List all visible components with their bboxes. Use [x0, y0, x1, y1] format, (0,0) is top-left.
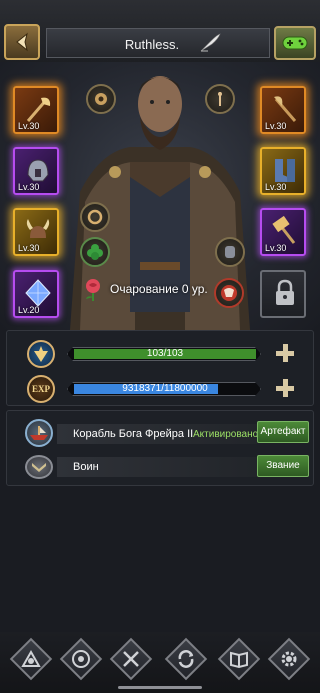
- rose-icon: [86, 279, 100, 301]
- charm-display[interactable]: Очарование 0 ур.: [80, 276, 208, 302]
- accessory-slot-5[interactable]: [215, 237, 245, 267]
- wreath-emblem-icon: [72, 650, 90, 668]
- gear-icon: [281, 651, 297, 667]
- stats-panel: 103/103 EXP 9318371/11800000: [6, 330, 314, 406]
- rank-icon: [25, 455, 53, 479]
- accessory-slot-4[interactable]: [80, 237, 110, 267]
- charm-level-text: Очарование 0 ур.: [110, 282, 208, 296]
- exp-icon: EXP: [27, 375, 55, 403]
- book-icon: [230, 651, 248, 669]
- slot-level: Lv.30: [265, 243, 287, 253]
- player-name-plate: Ruthless.: [46, 28, 270, 58]
- hp-value: 103/103: [146, 348, 184, 359]
- ship-status: Активировано: [193, 429, 259, 440]
- bull-emblem-icon: [221, 285, 237, 301]
- equipment-slot-helmet[interactable]: Lv.30: [13, 147, 59, 195]
- ship-name: Корабль Бога Фрейра II: [73, 428, 194, 440]
- equipment-slot-head[interactable]: Lv.30: [13, 208, 59, 256]
- slot-level: Lv.30: [18, 243, 40, 253]
- horned-helmet-icon: [26, 219, 50, 238]
- nav-army-button[interactable]: [109, 637, 153, 681]
- hp-bar: 103/103: [67, 347, 261, 361]
- slot-level: Lv.30: [18, 121, 40, 131]
- boots-icon: [275, 159, 295, 182]
- ship-icon: [25, 419, 53, 447]
- hp-icon: [27, 340, 55, 368]
- cycle-arrows-icon: [178, 650, 194, 668]
- accessory-slot-1[interactable]: [86, 84, 116, 114]
- slot-level: Lv.30: [265, 121, 287, 131]
- artifact-button[interactable]: Артефакт: [257, 421, 309, 443]
- hero-portrait-area: Lv.30 Lv.30 Lv.30 Lv.20 Lv.30 Lv.30 Lv.3…: [0, 62, 320, 330]
- slot-level: Lv.20: [18, 305, 40, 315]
- rank-name: Воин: [73, 461, 99, 473]
- crystal-icon: [25, 279, 51, 307]
- battle-axe-icon: [274, 96, 297, 122]
- accessory-slot-3[interactable]: [80, 202, 110, 232]
- hero-crest-icon: [21, 649, 41, 667]
- war-hammer-icon: [272, 216, 296, 244]
- quill-icon[interactable]: [199, 33, 221, 53]
- player-name: Ruthless.: [124, 37, 180, 52]
- nav-alliance-button[interactable]: [59, 637, 103, 681]
- hp-plus-button[interactable]: [275, 343, 295, 363]
- gauntlet-icon: [225, 246, 235, 258]
- gamepad-icon: [282, 36, 308, 50]
- slot-level: Lv.30: [265, 182, 287, 192]
- feather-trinket-icon: [218, 92, 222, 106]
- lock-icon: [276, 279, 294, 305]
- exp-plus-button[interactable]: [275, 378, 295, 398]
- exp-value: 9318371/11800000: [122, 383, 208, 394]
- exp-icon-label: EXP: [32, 384, 50, 394]
- axe-icon: [26, 97, 51, 122]
- crossed-swords-icon: [123, 651, 139, 667]
- exp-bar: 9318371/11800000: [67, 382, 261, 396]
- helmet-icon: [27, 159, 49, 182]
- info-panel: Корабль Бога Фрейра II Активировано Арте…: [6, 410, 314, 486]
- clover-icon: [87, 244, 103, 260]
- equipment-slot-offhand[interactable]: Lv.30: [260, 86, 306, 134]
- game-center-button[interactable]: [274, 26, 316, 60]
- nav-book-button[interactable]: [217, 637, 261, 681]
- ring-icon: [87, 209, 103, 225]
- rank-button[interactable]: Звание: [257, 455, 309, 477]
- nav-rebirth-button[interactable]: [164, 637, 208, 681]
- equipment-slot-locked[interactable]: [260, 270, 306, 318]
- back-arrow-icon: [16, 32, 28, 52]
- home-indicator: [118, 686, 202, 689]
- equipment-slot-artifact[interactable]: Lv.20: [13, 270, 59, 318]
- equipment-slot-weapon[interactable]: Lv.30: [13, 86, 59, 134]
- accessory-slot-6[interactable]: [214, 278, 244, 308]
- equipment-slot-boots[interactable]: Lv.30: [260, 147, 306, 195]
- top-bar: Ruthless.: [0, 0, 320, 63]
- equipment-slot-weapon-2[interactable]: Lv.30: [260, 208, 306, 256]
- gear-trinket-icon: [95, 93, 107, 105]
- bottom-navigation: [0, 632, 320, 693]
- accessory-slot-2[interactable]: [205, 84, 235, 114]
- slot-level: Lv.30: [18, 182, 40, 192]
- nav-hero-button[interactable]: [9, 637, 53, 681]
- back-button[interactable]: [4, 24, 40, 60]
- nav-settings-button[interactable]: [267, 637, 311, 681]
